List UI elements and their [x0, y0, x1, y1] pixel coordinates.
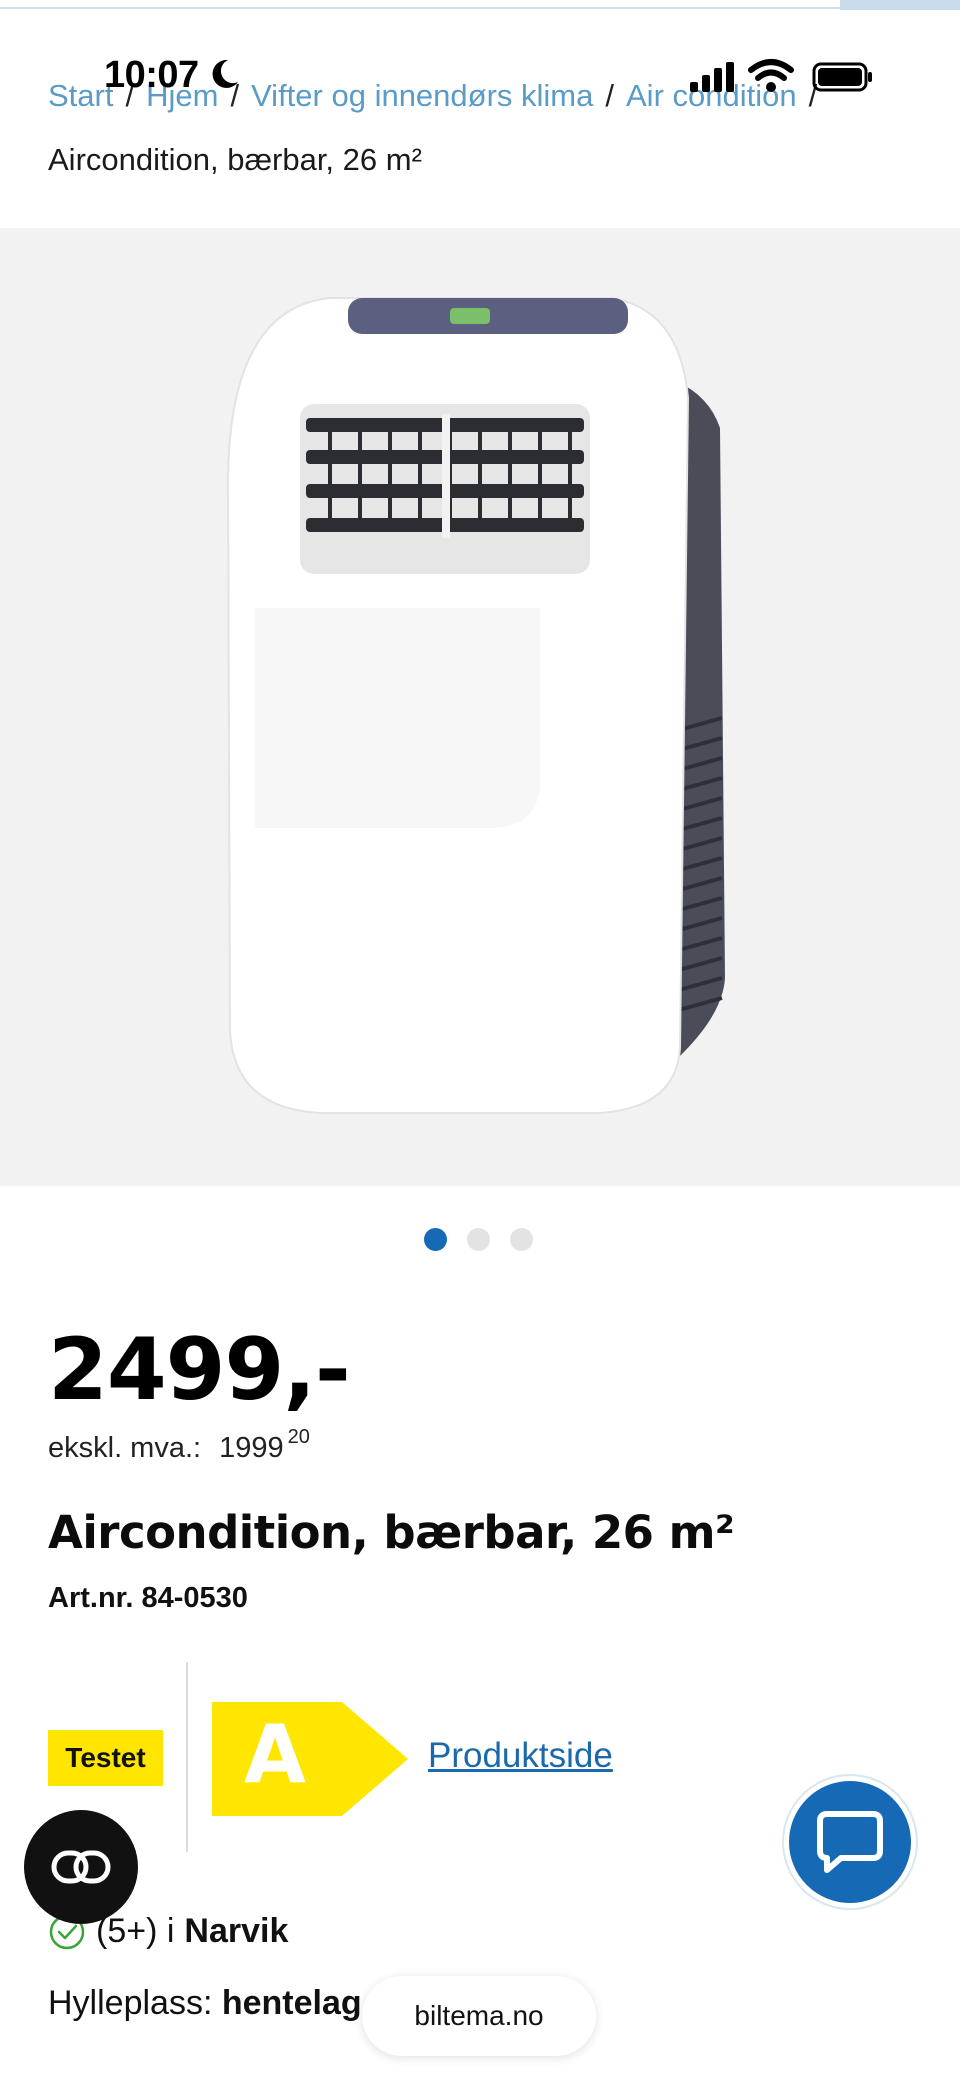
- ex-vat-value: 1999: [219, 1432, 284, 1464]
- energy-class: A: [244, 1708, 306, 1801]
- gallery-dot-3[interactable]: [510, 1228, 533, 1251]
- gallery-dot-2[interactable]: [467, 1228, 490, 1251]
- air-conditioner-image: [226, 297, 725, 1114]
- stock-count: (5+) i: [96, 1912, 175, 1950]
- wifi-icon: [748, 59, 794, 92]
- battery-icon: [812, 62, 872, 92]
- top-edge: [0, 0, 960, 10]
- ex-vat-cents: 20: [287, 1426, 310, 1448]
- gallery-dot-1[interactable]: [424, 1228, 447, 1251]
- product-title: Aircondition, bærbar, 26 m²: [48, 1506, 735, 1559]
- price-ex-vat: ekskl. mva.: 1999 20: [48, 1426, 310, 1465]
- shelf-label: Hylleplass:: [48, 1984, 213, 2022]
- browser-url-bar[interactable]: biltema.no: [362, 1976, 596, 2056]
- energy-label-badge[interactable]: A: [212, 1702, 408, 1821]
- product-page-link[interactable]: Produktside: [428, 1736, 613, 1776]
- product-price: 2499,-: [48, 1320, 351, 1420]
- progress-track: [0, 7, 840, 9]
- status-time: 10:07: [104, 54, 199, 96]
- store-name[interactable]: Narvik: [184, 1912, 288, 1951]
- url-text: biltema.no: [414, 2000, 544, 2031]
- top-tab: [840, 0, 960, 10]
- moon-icon: [212, 59, 238, 88]
- article-number: Art.nr. 84-0530: [48, 1582, 248, 1614]
- energy-arrow-icon: [212, 1702, 408, 1816]
- shelf-location: Hylleplass: hentelag: [48, 1984, 362, 2023]
- ex-vat-label: ekskl. mva.:: [48, 1432, 202, 1464]
- reader-mode-button[interactable]: [24, 1810, 138, 1924]
- tested-badge: Testet: [48, 1730, 163, 1786]
- gallery-pagination: [424, 1228, 533, 1251]
- breadcrumb-vifter[interactable]: Vifter og innendørs klima: [251, 78, 593, 113]
- reader-icon: [51, 1850, 111, 1884]
- product-image[interactable]: [0, 228, 960, 1186]
- divider: [186, 1662, 188, 1852]
- breadcrumb-current: Aircondition, bærbar, 26 m²: [48, 142, 422, 177]
- chat-bubble-icon: [817, 1811, 883, 1873]
- breadcrumb-separator: /: [605, 78, 614, 113]
- chat-button[interactable]: [784, 1776, 916, 1908]
- signal-icon: [690, 62, 734, 92]
- shelf-value: hentelag: [221, 1984, 362, 2022]
